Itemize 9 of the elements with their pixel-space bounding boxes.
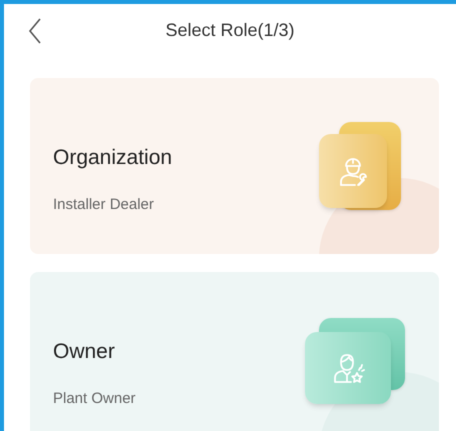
page-title: Select Role(1/3) [165, 18, 295, 42]
role-title: Owner [53, 339, 116, 365]
person-star-icon [331, 351, 365, 385]
role-subtitle: Installer Dealer [53, 194, 155, 214]
role-title: Organization [53, 145, 172, 171]
role-card[interactable]: Owner Plant Owner [30, 272, 439, 431]
back-icon [28, 18, 42, 44]
role-subtitle: Plant Owner [53, 388, 136, 408]
role-card[interactable]: Organization Installer Dealer [30, 78, 439, 254]
